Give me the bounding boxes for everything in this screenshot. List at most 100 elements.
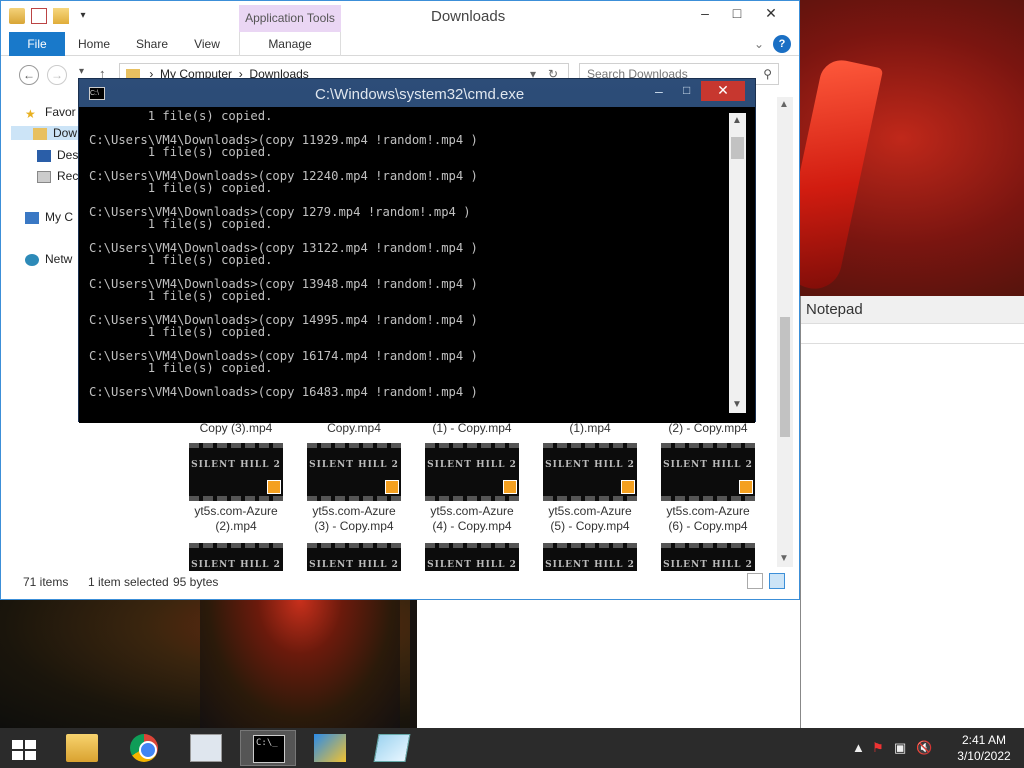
help-icon[interactable]: ?	[773, 35, 791, 53]
tab-manage[interactable]: Manage	[239, 32, 341, 56]
scrollbar-thumb[interactable]	[731, 137, 744, 159]
folder-icon[interactable]	[9, 8, 25, 24]
forward-button[interactable]: →	[47, 65, 67, 85]
notepad-menubar	[801, 324, 1024, 344]
ribbon-tabs: File Home Share View Manage ⌄ ?	[1, 32, 799, 56]
network-icon	[25, 253, 39, 266]
cmd-app-icon[interactable]: C:\	[89, 87, 105, 100]
customize-toolbar-icon[interactable]: ▾	[75, 8, 91, 24]
cmd-window[interactable]: C:\ C:\Windows\system32\cmd.exe – □ ✕ 1 …	[78, 78, 756, 423]
scroll-down-icon[interactable]: ▼	[732, 399, 742, 410]
cmd-title: C:\Windows\system32\cmd.exe	[315, 86, 525, 103]
new-folder-icon[interactable]	[53, 8, 69, 24]
video-thumbnail[interactable]: SILENT HILL 2	[543, 443, 637, 501]
taskbar-file-explorer[interactable]	[54, 730, 110, 766]
video-thumbnail[interactable]: SILENT HILL 2	[189, 543, 283, 571]
console-line: 1 file(s) copied.	[89, 325, 273, 339]
taskbar-kdenlive[interactable]	[302, 730, 358, 766]
large-icons-view-icon[interactable]	[769, 573, 785, 589]
kdenlive-icon	[314, 734, 346, 762]
search-icon[interactable]: ⚲	[763, 64, 772, 84]
scroll-down-icon[interactable]: ▼	[779, 553, 789, 564]
video-thumbnail[interactable]: SILENT HILL 2	[661, 543, 755, 571]
selection-count: 1 item selected	[88, 575, 169, 589]
video-file-icon	[267, 480, 281, 494]
video-thumbnail[interactable]: SILENT HILL 2	[425, 543, 519, 571]
file-list-scrollbar[interactable]: ▲ ▼	[777, 97, 793, 567]
system-tray: ▲ ⚑ ▣ 🔇 2:41 AM 3/10/2022	[844, 728, 1024, 768]
clock[interactable]: 2:41 AM 3/10/2022	[952, 732, 1016, 764]
video-thumbnail[interactable]: SILENT HILL 2	[543, 543, 637, 571]
file-caption[interactable]: yt5s.com-Azure (3) - Copy.mp4	[299, 504, 409, 534]
notepad-icon	[373, 734, 411, 762]
details-view-icon[interactable]	[747, 573, 763, 589]
taskbar-notepad[interactable]	[364, 730, 420, 766]
file-caption[interactable]: yt5s.com-Azure (2).mp4	[181, 504, 291, 534]
console-line: 1 file(s) copied.	[89, 361, 273, 375]
video-thumbnail[interactable]: SILENT HILL 2	[661, 443, 755, 501]
cmd-minimize-button[interactable]: –	[655, 83, 663, 99]
tab-home[interactable]: Home	[71, 32, 117, 56]
close-button[interactable]: ✕	[757, 3, 785, 25]
file-caption[interactable]: yt5s.com-Azure (4) - Copy.mp4	[417, 504, 527, 534]
network-status-icon[interactable]: ▣	[894, 740, 906, 756]
file-caption[interactable]: (1) - Copy.mp4	[417, 421, 527, 436]
taskbar: C:\_ ▲ ⚑ ▣ 🔇 2:41 AM 3/10/2022	[0, 728, 1024, 768]
video-thumbnail[interactable]: SILENT HILL 2	[189, 443, 283, 501]
minimize-button[interactable]: –	[691, 3, 719, 25]
nav-downloads[interactable]: Dow	[11, 126, 81, 140]
file-caption[interactable]: yt5s.com-Azure (5) - Copy.mp4	[535, 504, 645, 534]
volume-muted-icon[interactable]: 🔇	[916, 740, 932, 756]
desktop-icon	[37, 149, 51, 162]
video-thumbnail[interactable]: SILENT HILL 2	[307, 443, 401, 501]
cmd-close-button[interactable]: ✕	[701, 81, 745, 101]
nav-desktop[interactable]: Des	[37, 148, 78, 162]
video-file-icon	[739, 480, 753, 494]
tab-file[interactable]: File	[9, 32, 65, 56]
cmd-scrollbar[interactable]: ▲ ▼	[729, 113, 746, 413]
scrollbar-thumb[interactable]	[780, 317, 790, 437]
action-center-icon[interactable]: ⚑	[872, 740, 884, 756]
video-thumbnail[interactable]: SILENT HILL 2	[425, 443, 519, 501]
notepad-window[interactable]: Notepad	[800, 296, 1024, 728]
file-caption[interactable]: yt5s.com-Azure (6) - Copy.mp4	[653, 504, 763, 534]
clock-date: 3/10/2022	[957, 749, 1011, 763]
nav-network[interactable]: Netw	[25, 252, 72, 266]
window-title: Downloads	[431, 8, 506, 25]
notepad-title[interactable]: Notepad	[801, 296, 1024, 324]
show-hidden-icons-icon[interactable]: ▲	[852, 740, 865, 755]
taskbar-cmd[interactable]: C:\_	[240, 730, 296, 766]
scroll-up-icon[interactable]: ▲	[732, 115, 742, 126]
tab-share[interactable]: Share	[127, 32, 177, 56]
recent-locations-icon[interactable]: ▾	[79, 66, 84, 77]
file-caption[interactable]: Copy (3).mp4	[181, 421, 291, 436]
file-caption[interactable]: Copy.mp4	[299, 421, 409, 436]
file-list: Copy (3).mp4 Copy.mp4 (1) - Copy.mp4 (1)…	[181, 421, 781, 571]
file-caption[interactable]: (1).mp4	[535, 421, 645, 436]
expand-ribbon-icon[interactable]: ⌄	[749, 32, 769, 56]
console-line: 1 file(s) copied.	[89, 181, 273, 195]
cmd-titlebar[interactable]: C:\ C:\Windows\system32\cmd.exe – □ ✕	[79, 79, 755, 107]
navigation-pane: ★ Favor Dow Des Rec My C Netw	[1, 97, 81, 567]
nav-my-computer[interactable]: My C	[25, 210, 73, 224]
star-icon: ★	[25, 106, 36, 121]
cmd-maximize-button[interactable]: □	[683, 83, 690, 97]
video-thumbnail[interactable]: SILENT HILL 2	[307, 543, 401, 571]
back-button[interactable]: ←	[19, 65, 39, 85]
scroll-up-icon[interactable]: ▲	[779, 99, 789, 110]
console-output[interactable]: 1 file(s) copied. C:\Users\VM4\Downloads>…	[79, 107, 755, 423]
application-tools-label: Application Tools	[239, 5, 341, 32]
nav-recent[interactable]: Rec	[37, 169, 78, 183]
explorer-titlebar[interactable]: ▾ Application Tools Downloads – □ ✕	[1, 1, 799, 32]
video-file-icon	[503, 480, 517, 494]
console-line: 1 file(s) copied.	[89, 217, 273, 231]
taskbar-chrome[interactable]	[116, 730, 172, 766]
properties-icon[interactable]	[31, 8, 47, 24]
file-caption[interactable]: (2) - Copy.mp4	[653, 421, 763, 436]
nav-favorites[interactable]: ★ Favor	[25, 105, 76, 121]
tab-view[interactable]: View	[187, 32, 227, 56]
notepad-edit-area[interactable]	[417, 600, 800, 728]
taskbar-performance-monitor[interactable]	[178, 730, 234, 766]
start-button[interactable]	[0, 730, 50, 766]
maximize-button[interactable]: □	[723, 3, 751, 25]
